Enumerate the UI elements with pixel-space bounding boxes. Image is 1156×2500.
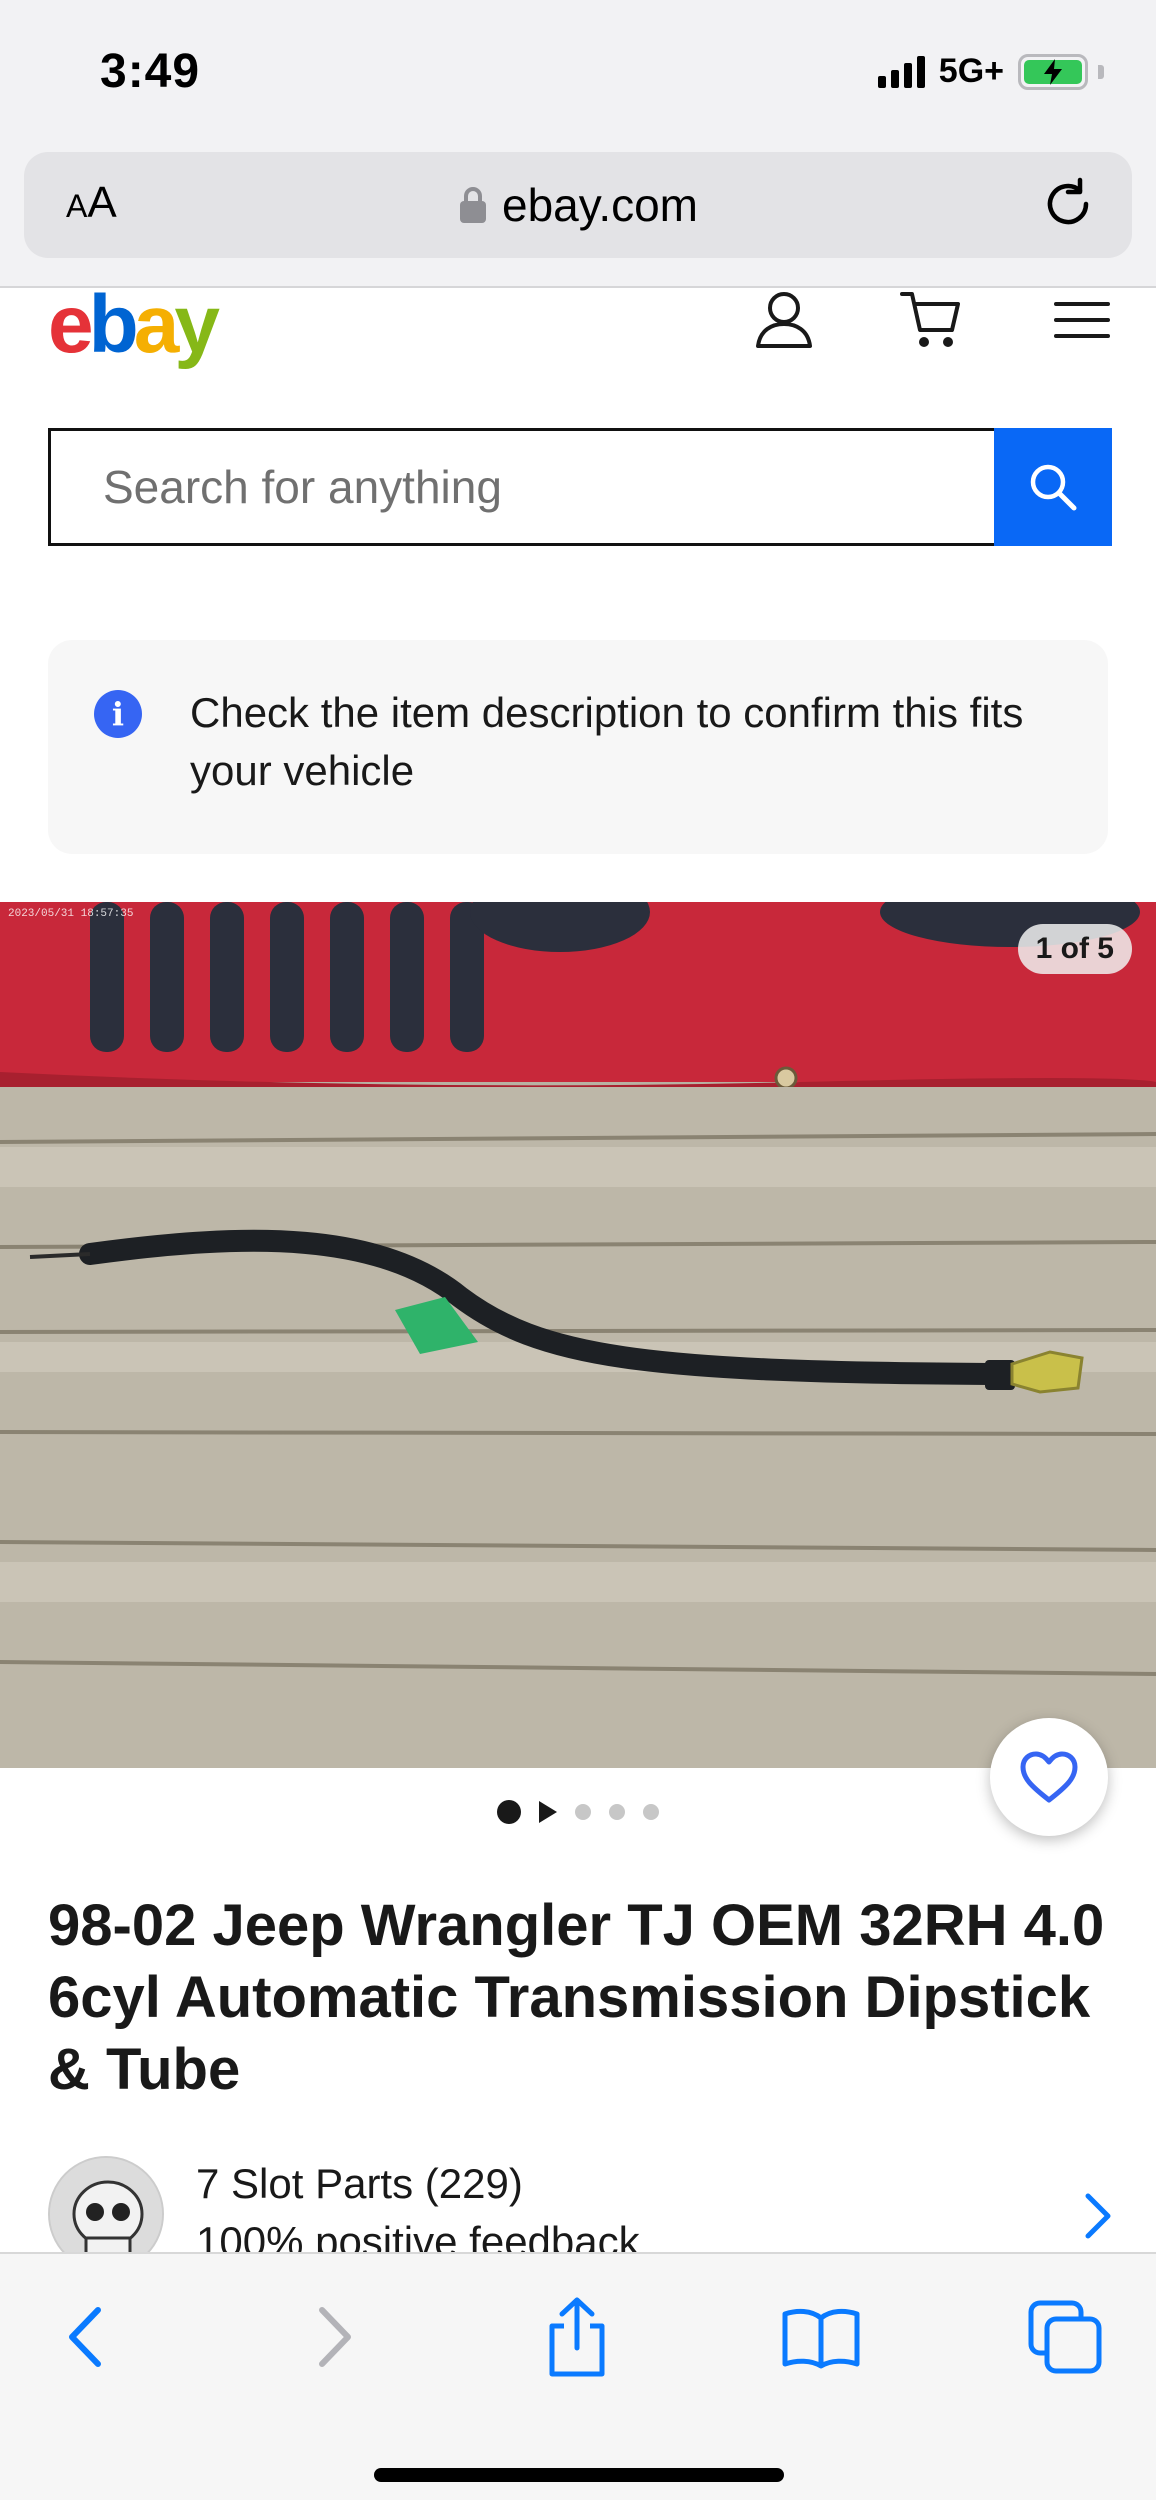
seller-info[interactable]: 7 Slot Parts (229) 100% positive feedbac… <box>48 2156 1118 2256</box>
back-icon <box>69 2307 101 2367</box>
site-header: ebay <box>0 279 1156 388</box>
status-indicators: 5G+ <box>877 52 1104 91</box>
battery-cap <box>1098 64 1104 79</box>
forward-button[interactable] <box>290 2292 380 2382</box>
ebay-logo[interactable]: ebay <box>48 278 220 372</box>
image-counter: 1 of 5 <box>1017 924 1132 974</box>
url-text: ebay.com <box>501 179 699 231</box>
share-icon <box>549 2297 605 2377</box>
item-title: 98-02 Jeep Wrangler TJ OEM 32RH 4.0 6cyl… <box>48 1893 1105 2102</box>
forward-icon <box>319 2307 351 2367</box>
bookmarks-button[interactable] <box>776 2292 866 2382</box>
menu-icon[interactable] <box>1050 288 1114 352</box>
product-image-gallery[interactable]: 2023/05/31 18:57:35 1 of 5 <box>0 902 1156 1768</box>
pagination-dot[interactable] <box>643 1804 659 1820</box>
svg-text:2023/05/31 18:57:35: 2023/05/31 18:57:35 <box>8 908 133 920</box>
chevron-right-icon[interactable] <box>1078 2186 1118 2246</box>
pagination-dot[interactable] <box>609 1804 625 1820</box>
status-bar: 3:49 5G+ <box>0 0 1156 140</box>
reload-icon[interactable] <box>1040 176 1096 232</box>
seller-feedback: 100% positive feedback <box>196 2218 640 2256</box>
share-button[interactable] <box>532 2292 622 2382</box>
browser-toolbar <box>0 2252 1156 2500</box>
info-icon: i <box>94 690 142 738</box>
search-input[interactable] <box>51 431 994 543</box>
product-photo: 2023/05/31 18:57:35 <box>0 902 1156 1768</box>
search-icon <box>1030 464 1077 511</box>
tabs-icon <box>1028 2300 1102 2374</box>
status-time: 3:49 <box>100 45 201 98</box>
address-bar[interactable]: AA ebay.com <box>24 152 1132 258</box>
search-button[interactable] <box>994 428 1112 546</box>
gallery-pagination <box>0 1800 1156 1824</box>
home-indicator[interactable] <box>374 2468 784 2482</box>
url-display[interactable]: ebay.com <box>24 178 1132 232</box>
browser-chrome: AA ebay.com <box>0 140 1156 288</box>
lock-icon <box>459 187 486 223</box>
fitment-notice: i Check the item description to confirm … <box>48 640 1108 854</box>
notice-text: Check the item description to confirm th… <box>190 689 1024 794</box>
back-button[interactable] <box>40 2292 130 2382</box>
search-box <box>48 428 994 546</box>
seller-name: 7 Slot Parts (229) <box>196 2160 523 2207</box>
cellular-signal-icon <box>877 55 925 88</box>
skull-logo-icon <box>50 2158 162 2256</box>
pagination-dot[interactable] <box>575 1804 591 1820</box>
heart-icon <box>1020 1751 1078 1803</box>
tabs-button[interactable] <box>1020 2292 1110 2382</box>
seller-avatar <box>48 2156 164 2256</box>
play-icon[interactable] <box>539 1801 557 1823</box>
cart-icon[interactable] <box>900 288 964 352</box>
user-icon[interactable] <box>752 288 816 352</box>
network-type: 5G+ <box>938 52 1004 90</box>
bookmarks-icon <box>782 2308 860 2369</box>
pagination-dot[interactable] <box>497 1800 521 1824</box>
battery-icon <box>1018 53 1088 90</box>
